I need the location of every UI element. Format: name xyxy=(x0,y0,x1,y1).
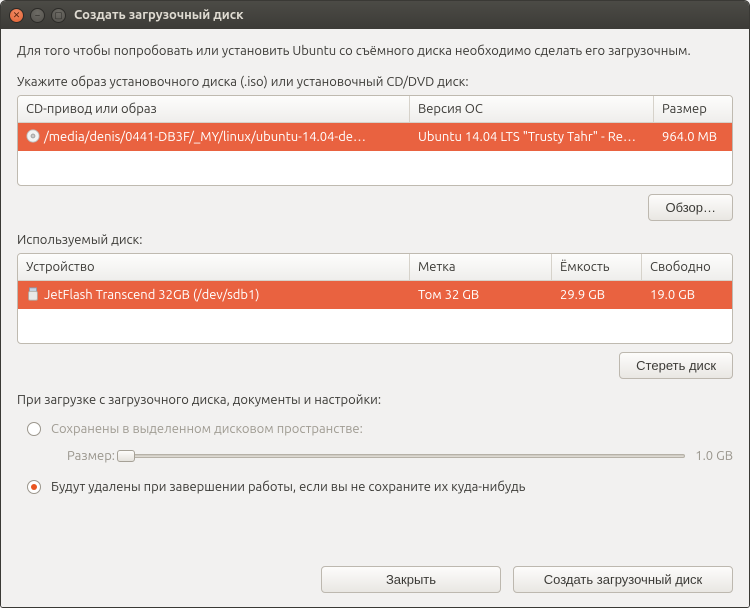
persist-heading: При загрузке с загрузочного диска, докум… xyxy=(17,393,733,407)
intro-text: Для того чтобы попробовать или установит… xyxy=(17,43,733,61)
window-title: Создать загрузочный диск xyxy=(74,8,244,22)
startup-disk-creator-window: ✕ – ▢ Создать загрузочный диск Для того … xyxy=(0,0,750,608)
target-table: Устройство Метка Ёмкость Свободно JetFla… xyxy=(17,253,733,344)
col-os[interactable]: Версия ОС xyxy=(410,96,654,122)
source-row-size: 964.0 MB xyxy=(654,126,732,148)
titlebar: ✕ – ▢ Создать загрузочный диск xyxy=(1,1,749,29)
radio-discard-label: Будут удалены при завершении работы, есл… xyxy=(51,480,525,494)
close-button[interactable]: Закрыть xyxy=(321,566,501,593)
minimize-icon[interactable]: – xyxy=(30,8,45,23)
col-volume[interactable]: Метка xyxy=(410,254,552,280)
close-icon[interactable]: ✕ xyxy=(9,8,24,23)
radio-keep-label: Сохранены в выделенном дисковом простран… xyxy=(51,422,363,436)
source-row-os: Ubuntu 14.04 LTS "Trusty Tahr" - Re… xyxy=(410,126,654,148)
target-row-device: JetFlash Transcend 32GB (/dev/sdb1) xyxy=(18,283,410,306)
slider-thumb[interactable] xyxy=(117,450,135,462)
browse-button[interactable]: Обзор… xyxy=(648,194,733,221)
window-controls: ✕ – ▢ xyxy=(9,8,66,23)
target-row-capacity: 29.9 GB xyxy=(552,284,642,306)
source-table: CD-привод или образ Версия ОС Размер /me… xyxy=(17,95,733,186)
col-capacity[interactable]: Ёмкость xyxy=(552,254,642,280)
target-row[interactable]: JetFlash Transcend 32GB (/dev/sdb1) Том … xyxy=(18,281,732,309)
source-row[interactable]: /media/denis/0441-DB3F/_MY/linux/ubuntu-… xyxy=(18,123,732,151)
target-table-header: Устройство Метка Ёмкость Свободно xyxy=(18,254,732,281)
erase-disk-button[interactable]: Стереть диск xyxy=(619,352,733,379)
radio-keep[interactable] xyxy=(27,422,41,436)
radio-discard-row[interactable]: Будут удалены при завершении работы, есл… xyxy=(27,480,733,494)
radio-discard[interactable] xyxy=(27,480,41,494)
col-drive[interactable]: CD-привод или образ xyxy=(18,96,410,122)
target-table-body: JetFlash Transcend 32GB (/dev/sdb1) Том … xyxy=(18,281,732,343)
source-row-drive-text: /media/denis/0441-DB3F/_MY/linux/ubuntu-… xyxy=(44,130,366,144)
source-label: Укажите образ установочного диска (.iso)… xyxy=(17,75,733,89)
cd-icon xyxy=(26,129,40,143)
col-device[interactable]: Устройство xyxy=(18,254,410,280)
col-free[interactable]: Свободно xyxy=(642,254,732,280)
col-size[interactable]: Размер xyxy=(654,96,732,122)
make-startup-disk-button[interactable]: Создать загрузочный диск xyxy=(513,566,733,593)
radio-keep-row[interactable]: Сохранены в выделенном дисковом простран… xyxy=(27,422,733,436)
maximize-icon[interactable]: ▢ xyxy=(51,8,66,23)
source-table-header: CD-привод или образ Версия ОС Размер xyxy=(18,96,732,123)
size-value: 1.0 GB xyxy=(695,449,733,463)
target-row-device-text: JetFlash Transcend 32GB (/dev/sdb1) xyxy=(44,288,259,302)
target-row-free: 19.0 GB xyxy=(642,284,732,306)
size-slider-row: Размер: 1.0 GB xyxy=(67,449,733,463)
target-label: Используемый диск: xyxy=(17,233,733,247)
content-area: Для того чтобы попробовать или установит… xyxy=(1,29,749,607)
source-row-drive: /media/denis/0441-DB3F/_MY/linux/ubuntu-… xyxy=(18,125,410,148)
size-label: Размер: xyxy=(67,449,115,463)
source-table-body: /media/denis/0441-DB3F/_MY/linux/ubuntu-… xyxy=(18,123,732,185)
size-slider[interactable] xyxy=(125,454,685,458)
dialog-footer: Закрыть Создать загрузочный диск xyxy=(17,554,733,593)
usb-icon xyxy=(26,287,40,301)
target-row-volume: Том 32 GB xyxy=(410,284,552,306)
